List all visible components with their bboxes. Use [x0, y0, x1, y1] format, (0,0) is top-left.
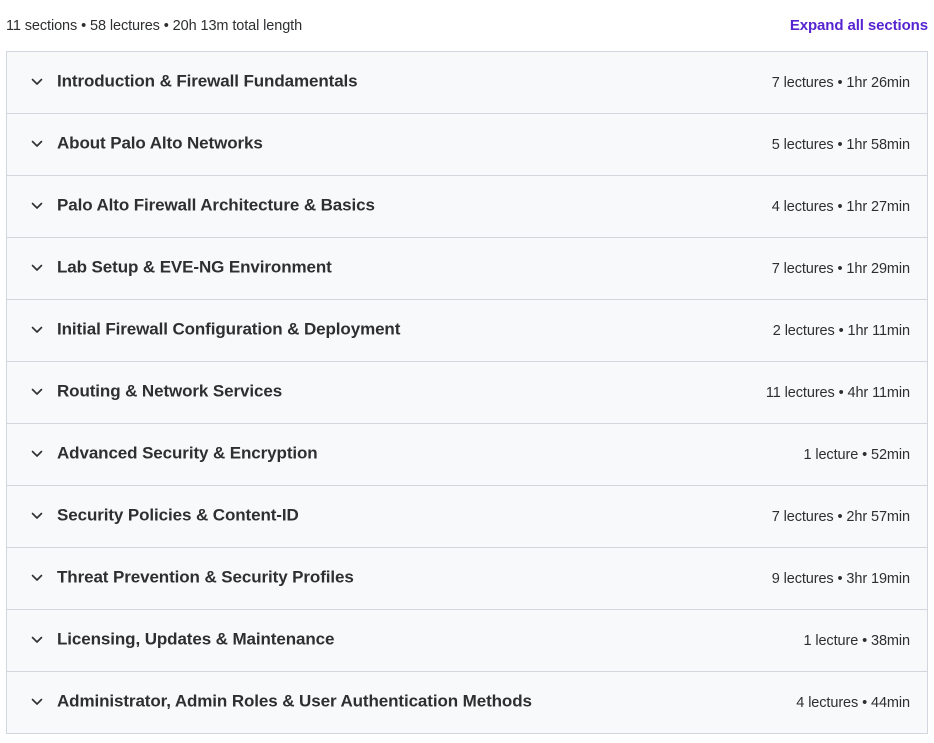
chevron-down-icon — [30, 633, 44, 647]
chevron-down-icon — [30, 385, 44, 399]
section-meta: 1 lecture • 52min — [803, 446, 910, 463]
section-meta: 7 lectures • 2hr 57min — [771, 508, 910, 525]
curriculum-summary-bar: 11 sections • 58 lectures • 20h 13m tota… — [6, 0, 928, 51]
section-meta: 7 lectures • 1hr 26min — [771, 74, 910, 91]
section-header[interactable]: Licensing, Updates & Maintenance 1 lectu… — [7, 610, 927, 672]
section-header[interactable]: Initial Firewall Configuration & Deploym… — [7, 300, 927, 362]
chevron-down-icon — [30, 261, 44, 275]
section-title: Routing & Network Services — [57, 380, 283, 400]
curriculum-section-list: Introduction & Firewall Fundamentals 7 l… — [6, 51, 928, 734]
section-header[interactable]: About Palo Alto Networks 5 lectures • 1h… — [7, 114, 927, 176]
chevron-down-icon — [30, 199, 44, 213]
chevron-down-icon — [30, 695, 44, 709]
section-meta: 2 lectures • 1hr 11min — [772, 322, 910, 339]
chevron-down-icon — [30, 323, 44, 337]
section-title: Threat Prevention & Security Profiles — [57, 566, 354, 586]
section-meta: 1 lecture • 38min — [803, 632, 910, 649]
section-header[interactable]: Administrator, Admin Roles & User Authen… — [7, 672, 927, 733]
chevron-down-icon — [30, 571, 44, 585]
section-header[interactable]: Routing & Network Services 11 lectures •… — [7, 362, 927, 424]
expand-all-sections-button[interactable]: Expand all sections — [790, 17, 928, 34]
chevron-down-icon — [30, 509, 44, 523]
section-title: Security Policies & Content-ID — [57, 504, 299, 524]
curriculum-summary: 11 sections • 58 lectures • 20h 13m tota… — [6, 17, 303, 34]
section-title: Lab Setup & EVE-NG Environment — [57, 256, 332, 276]
section-header[interactable]: Threat Prevention & Security Profiles 9 … — [7, 548, 927, 610]
section-header[interactable]: Palo Alto Firewall Architecture & Basics… — [7, 176, 927, 238]
section-title: Advanced Security & Encryption — [57, 442, 318, 462]
section-header[interactable]: Security Policies & Content-ID 7 lecture… — [7, 486, 927, 548]
section-meta: 5 lectures • 1hr 58min — [771, 136, 910, 153]
chevron-down-icon — [30, 137, 44, 151]
section-meta: 11 lectures • 4hr 11min — [765, 384, 910, 401]
section-title: Initial Firewall Configuration & Deploym… — [57, 318, 401, 338]
section-header[interactable]: Advanced Security & Encryption 1 lecture… — [7, 424, 927, 486]
chevron-down-icon — [30, 447, 44, 461]
section-meta: 7 lectures • 1hr 29min — [771, 260, 910, 277]
section-title: Introduction & Firewall Fundamentals — [57, 70, 358, 90]
section-title: Palo Alto Firewall Architecture & Basics — [57, 194, 375, 214]
section-meta: 4 lectures • 1hr 27min — [771, 198, 910, 215]
section-title: Administrator, Admin Roles & User Authen… — [57, 690, 532, 710]
section-header[interactable]: Lab Setup & EVE-NG Environment 7 lecture… — [7, 238, 927, 300]
section-title: Licensing, Updates & Maintenance — [57, 628, 335, 648]
section-meta: 4 lectures • 44min — [796, 694, 910, 711]
section-meta: 9 lectures • 3hr 19min — [771, 570, 910, 587]
section-title: About Palo Alto Networks — [57, 132, 263, 152]
chevron-down-icon — [30, 75, 44, 89]
section-header[interactable]: Introduction & Firewall Fundamentals 7 l… — [7, 52, 927, 114]
